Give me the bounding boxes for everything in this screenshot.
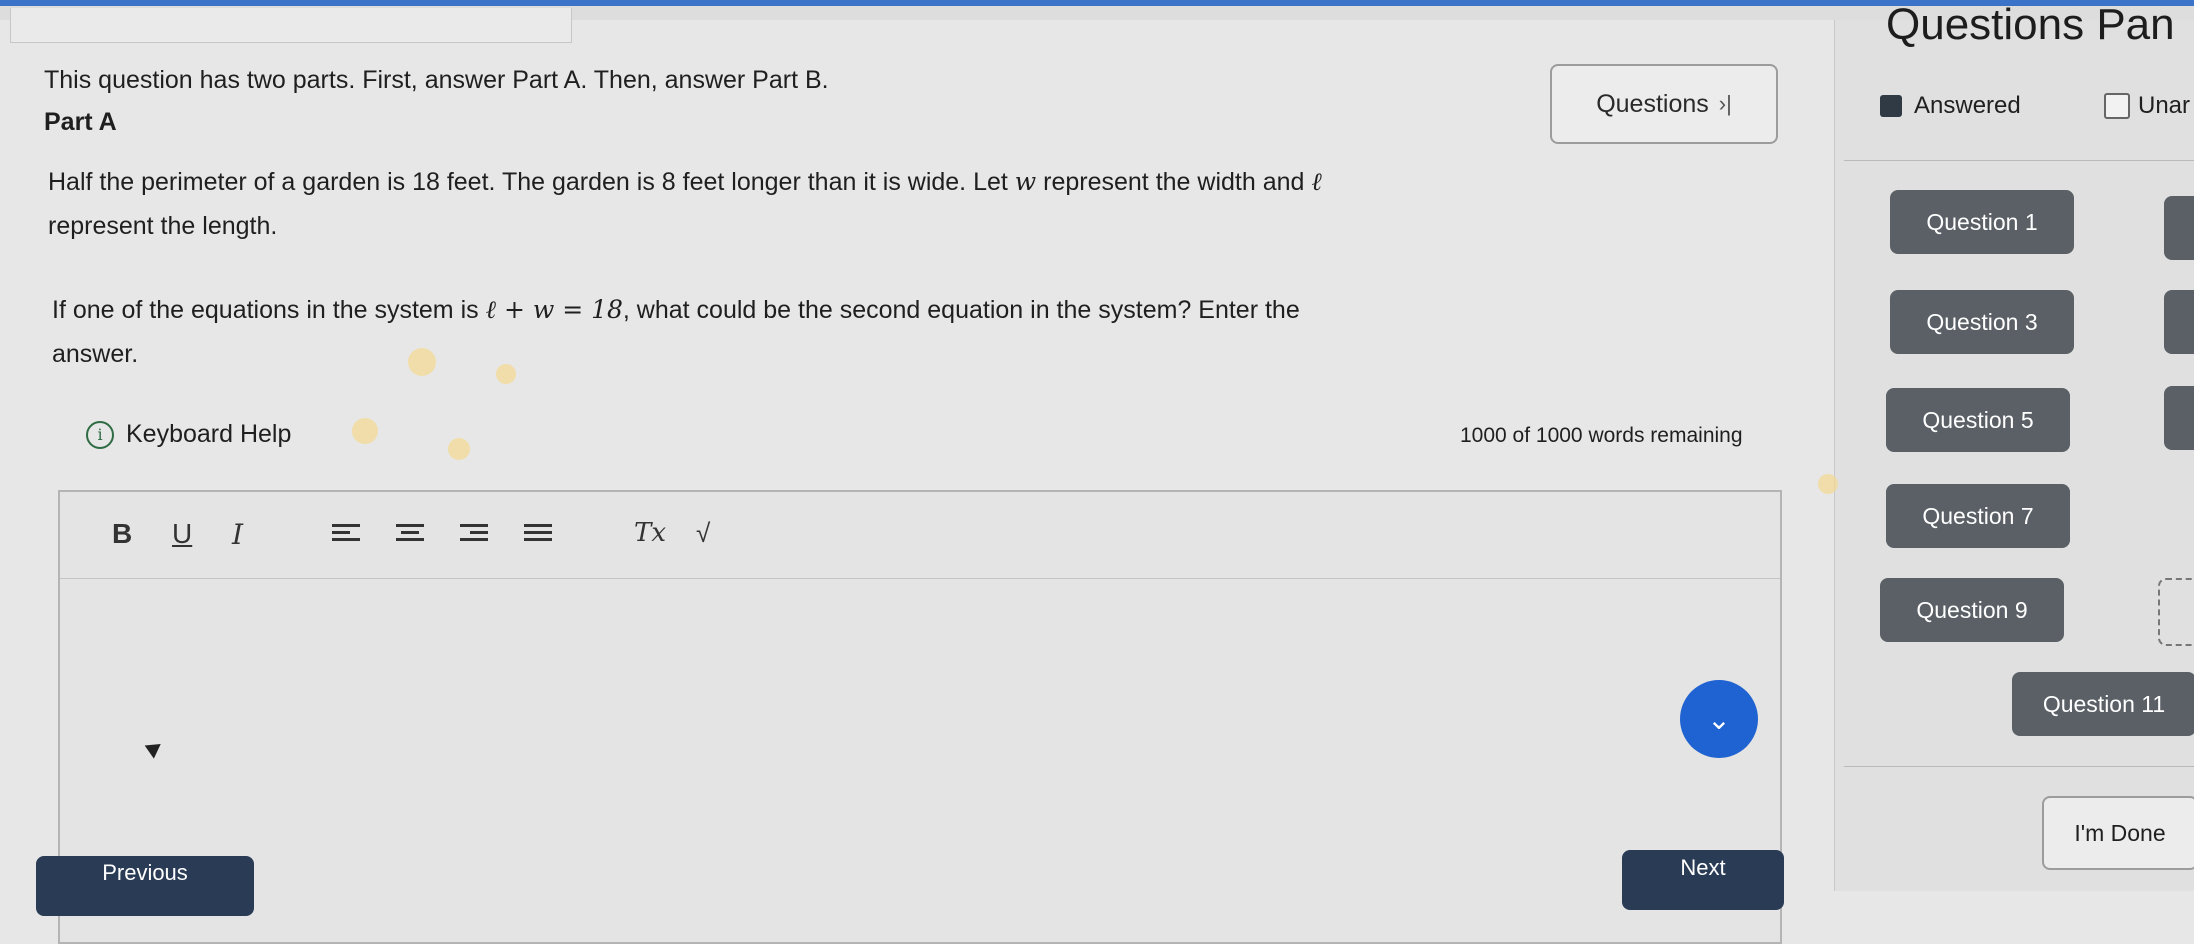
light-reflection <box>448 438 470 460</box>
problem-statement: Half the perimeter of a garden is 18 fee… <box>48 167 1322 240</box>
light-reflection <box>408 348 436 376</box>
questions-panel <box>1834 20 2194 891</box>
align-right-icon[interactable] <box>460 524 488 546</box>
question-11-button[interactable]: Question 11 <box>2012 672 2194 736</box>
questions-button-label: Questions <box>1596 89 1709 118</box>
panel-title: Questions Pan <box>1886 0 2175 49</box>
italic-button[interactable]: I <box>232 518 243 551</box>
variable-l: ℓ <box>1311 167 1322 196</box>
light-reflection <box>1818 474 1838 494</box>
bold-button[interactable]: B <box>112 518 132 550</box>
align-left-icon[interactable] <box>332 524 360 546</box>
header-tab-fragment <box>10 8 572 43</box>
square-root-icon[interactable]: √ <box>696 518 710 549</box>
legend-answered: Answered <box>1880 92 2021 120</box>
question-5-button[interactable]: Question 5 <box>1886 388 2070 452</box>
question-6-button[interactable] <box>2164 386 2194 450</box>
answer-text-area[interactable] <box>60 580 1780 940</box>
scroll-down-button[interactable]: ⌄ <box>1680 680 1758 758</box>
unanswered-square-icon <box>2104 93 2130 119</box>
keyboard-help-label: Keyboard Help <box>126 420 292 448</box>
light-reflection <box>496 364 516 384</box>
light-reflection <box>352 418 378 444</box>
chevron-down-icon: ⌄ <box>1707 703 1731 735</box>
question-3-button[interactable]: Question 3 <box>1890 290 2074 354</box>
im-done-button[interactable]: I'm Done <box>2042 796 2194 870</box>
panel-collapse-icon: ›| <box>1718 91 1732 116</box>
instructions-text: This question has two parts. First, answ… <box>44 66 829 94</box>
questions-toggle-button[interactable]: Questions ›| <box>1550 64 1778 144</box>
underline-button[interactable]: U <box>172 518 192 550</box>
panel-divider <box>1844 160 2194 161</box>
justify-icon[interactable] <box>524 524 552 546</box>
legend-unanswered: Unar <box>2104 92 2190 120</box>
align-center-icon[interactable] <box>396 524 424 546</box>
keyboard-help-link[interactable]: i Keyboard Help <box>86 420 291 449</box>
answered-square-icon <box>1880 95 1902 117</box>
clear-format-icon[interactable]: Tx <box>634 518 666 548</box>
equation: ℓ + w = 18 <box>485 295 623 324</box>
word-count: 1000 of 1000 words remaining <box>1460 424 1743 447</box>
part-label: Part A <box>44 108 117 136</box>
question-2-button[interactable] <box>2164 196 2194 260</box>
next-button[interactable]: Next <box>1622 850 1784 910</box>
previous-button[interactable]: Previous <box>36 856 254 916</box>
info-icon: i <box>86 420 114 449</box>
question-9-button[interactable]: Question 9 <box>1880 578 2064 642</box>
question-prompt: If one of the equations in the system is… <box>52 295 1300 368</box>
question-10-button[interactable] <box>2158 578 2194 646</box>
variable-w: w <box>1014 167 1037 196</box>
question-4-button[interactable] <box>2164 290 2194 354</box>
answer-editor[interactable]: B U I Tx √ <box>58 490 1782 944</box>
editor-toolbar: B U I Tx √ <box>60 492 1780 579</box>
question-7-button[interactable]: Question 7 <box>1886 484 2070 548</box>
panel-divider-bottom <box>1844 766 2194 767</box>
question-1-button[interactable]: Question 1 <box>1890 190 2074 254</box>
